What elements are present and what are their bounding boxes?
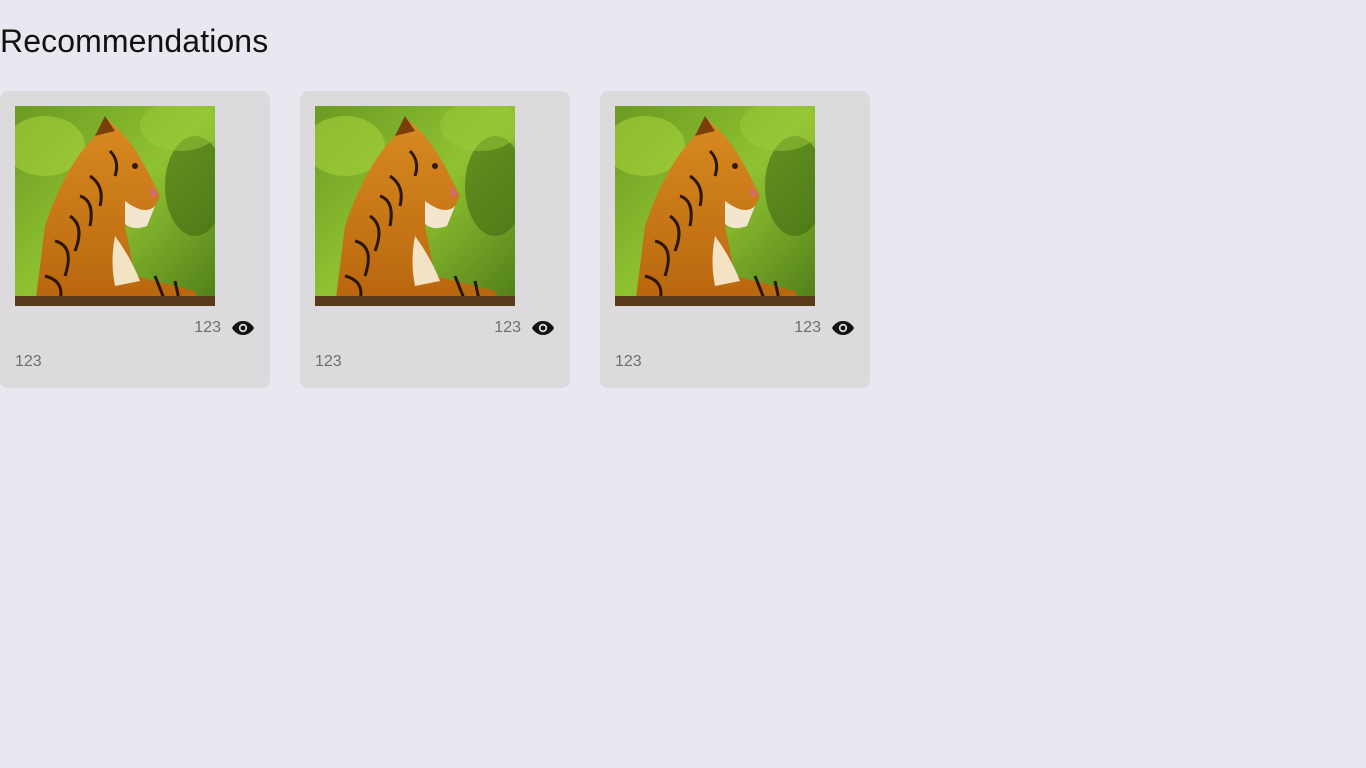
tiger-thumbnail-image[interactable] bbox=[15, 106, 215, 306]
eye-icon bbox=[832, 321, 854, 335]
eye-icon bbox=[232, 321, 254, 335]
recommendations-grid: 123 123 123 123 123 123 bbox=[0, 91, 870, 388]
page-title: Recommendations bbox=[0, 23, 269, 59]
views-count: 123 bbox=[494, 319, 521, 336]
views-counter: 123 bbox=[494, 318, 555, 338]
recommendation-card[interactable]: 123 123 bbox=[600, 91, 870, 388]
recommendation-card[interactable]: 123 123 bbox=[0, 91, 270, 388]
views-counter: 123 bbox=[194, 318, 255, 338]
recommendation-card[interactable]: 123 123 bbox=[300, 91, 570, 388]
card-caption: 123 bbox=[615, 353, 642, 370]
views-counter: 123 bbox=[794, 318, 855, 338]
views-count: 123 bbox=[794, 319, 821, 336]
tiger-thumbnail-image[interactable] bbox=[615, 106, 815, 306]
card-caption: 123 bbox=[15, 353, 42, 370]
card-caption: 123 bbox=[315, 353, 342, 370]
tiger-thumbnail-image[interactable] bbox=[315, 106, 515, 306]
eye-icon bbox=[532, 321, 554, 335]
views-count: 123 bbox=[194, 319, 221, 336]
